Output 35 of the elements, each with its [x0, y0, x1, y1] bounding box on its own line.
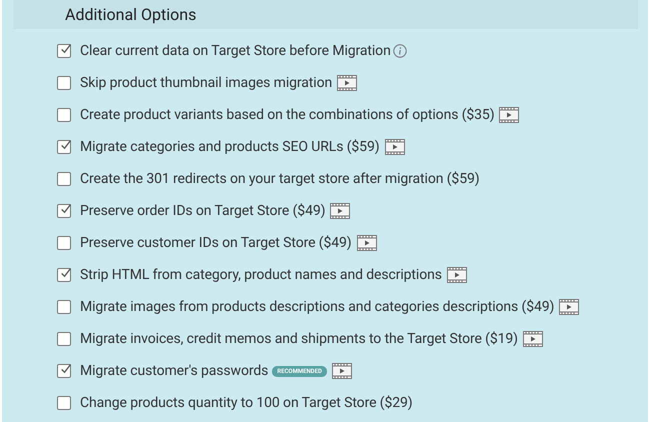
option-label: Change products quantity to 100 on Target Store ($29) [80, 395, 413, 411]
option-label: Migrate categories and products SEO URLs ($59) [80, 139, 380, 155]
option-label: Skip product thumbnail images migration [80, 75, 332, 91]
checkbox[interactable] [57, 396, 71, 410]
checkbox[interactable] [57, 236, 71, 250]
video-icon[interactable] [559, 299, 580, 315]
info-icon[interactable] [392, 44, 407, 58]
checkbox[interactable] [57, 172, 71, 186]
option-label: Preserve customer IDs on Target Store ($49) [80, 235, 352, 251]
checkbox[interactable] [57, 204, 71, 218]
video-icon[interactable] [337, 75, 358, 91]
checkbox[interactable] [57, 44, 71, 58]
video-icon[interactable] [499, 107, 520, 123]
video-icon[interactable] [332, 363, 352, 379]
option-label: Create the 301 redirects on your target store after migration ($59) [80, 171, 480, 187]
checkbox[interactable] [57, 332, 71, 346]
option-label: Preserve order IDs on Target Store ($49) [80, 203, 326, 219]
section-title: Additional Options [65, 5, 196, 24]
checkbox[interactable] [57, 268, 71, 282]
video-icon[interactable] [522, 331, 543, 347]
option-label: Clear current data on Target Store before Migration [80, 43, 391, 59]
video-icon[interactable] [384, 139, 404, 155]
checkbox[interactable] [57, 76, 71, 90]
option-label: Migrate customer's passwords [80, 363, 268, 379]
option-label: Migrate images from products descriptions and categories descriptions ($49) [80, 299, 554, 315]
option-label: Strip HTML from category, product names and descriptions [80, 267, 442, 283]
checkbox[interactable] [57, 300, 71, 314]
option-label: Migrate invoices, credit memos and shipments to the Target Store ($19) [80, 331, 518, 347]
video-icon[interactable] [330, 203, 350, 219]
checkbox[interactable] [57, 364, 71, 378]
checkbox[interactable] [57, 108, 71, 122]
video-icon[interactable] [446, 267, 467, 283]
option-label: Create product variants based on the combinations of options ($35) [80, 107, 494, 123]
video-icon[interactable] [356, 235, 377, 251]
checkbox[interactable] [57, 140, 71, 154]
